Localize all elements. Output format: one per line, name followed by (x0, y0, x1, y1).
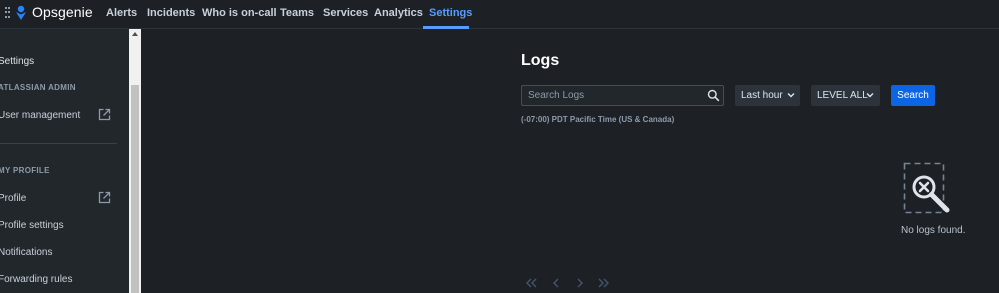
sidebar-item-forwarding-rules[interactable]: Forwarding rules (0, 274, 72, 285)
chevron-down-icon (787, 93, 795, 98)
sidebar-item-user-management[interactable]: User management (0, 110, 80, 121)
nav-alerts[interactable]: Alerts (106, 7, 137, 19)
no-results-search-icon (903, 162, 950, 214)
active-tab-indicator (423, 26, 469, 29)
external-link-icon[interactable] (98, 191, 111, 204)
search-button[interactable]: Search (891, 85, 935, 106)
search-logs-input[interactable] (528, 88, 698, 103)
chevron-down-icon (866, 93, 874, 98)
nav-settings[interactable]: Settings (429, 7, 472, 19)
sidebar-item-notifications[interactable]: Notifications (0, 247, 52, 258)
nav-who-is-on-call[interactable]: Who is on-call (202, 7, 277, 19)
sidebar-section-my-profile: MY PROFILE (0, 166, 50, 175)
scroll-up-arrow-icon[interactable] (132, 32, 138, 36)
search-icon[interactable] (707, 89, 720, 102)
nav-analytics[interactable]: Analytics (374, 7, 423, 19)
nav-teams[interactable]: Teams (280, 7, 314, 19)
sidebar-divider (0, 143, 117, 144)
nav-incidents[interactable]: Incidents (147, 7, 195, 19)
search-logs-field[interactable] (521, 85, 724, 106)
top-navigation: Opsgenie Alerts Incidents Who is on-call… (0, 0, 999, 29)
sidebar-item-profile-settings[interactable]: Profile settings (0, 220, 64, 231)
level-value: LEVEL ALL (817, 90, 868, 101)
double-chevron-right-icon[interactable] (598, 278, 610, 288)
sidebar-section-atlassian-admin: ATLASSIAN ADMIN (0, 83, 76, 92)
settings-sidebar: Settings ATLASSIAN ADMIN User management… (0, 29, 129, 293)
page-title: Logs (521, 52, 560, 69)
double-chevron-left-icon[interactable] (525, 278, 537, 288)
sidebar-title: Settings (0, 56, 35, 67)
external-link-icon[interactable] (98, 108, 111, 121)
time-range-value: Last hour (741, 90, 783, 101)
chevron-left-icon[interactable] (550, 278, 562, 288)
sidebar-item-profile[interactable]: Profile (0, 193, 26, 204)
chevron-right-icon[interactable] (574, 278, 586, 288)
app-switcher-icon[interactable] (5, 7, 11, 19)
level-dropdown[interactable]: LEVEL ALL (811, 85, 880, 106)
timezone-label: (-07:00) PDT Pacific Time (US & Canada) (521, 115, 675, 124)
empty-state-message: No logs found. (901, 225, 966, 236)
time-range-dropdown[interactable]: Last hour (735, 85, 800, 106)
app-name: Opsgenie (32, 4, 93, 20)
sidebar-scrollbar[interactable] (129, 29, 141, 293)
nav-services[interactable]: Services (323, 7, 368, 19)
scrollbar-thumb[interactable] (131, 85, 139, 293)
opsgenie-logo-icon (16, 5, 26, 20)
